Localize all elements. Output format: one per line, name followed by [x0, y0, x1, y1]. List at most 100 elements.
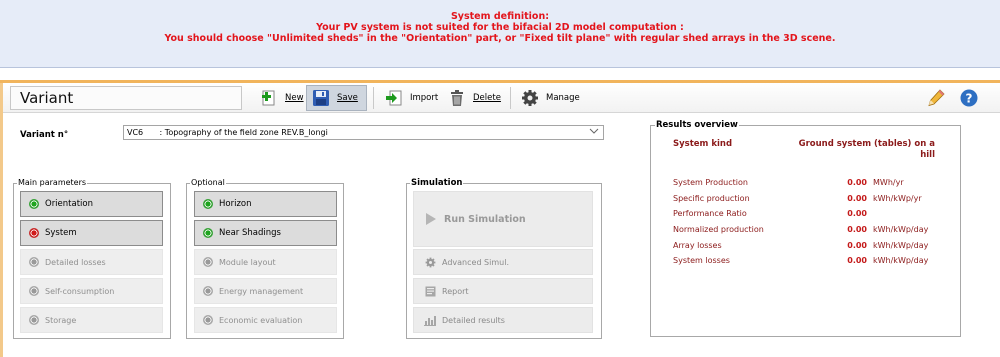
result-label: Array losses: [673, 241, 722, 250]
gear-icon: [520, 88, 540, 108]
alert-message: Your PV system is not suited for the bif…: [316, 22, 684, 33]
result-unit: kWh/kWp/day: [873, 241, 929, 250]
variant-name: : Topography of the field zone REV.B_lon…: [159, 128, 328, 137]
new-button[interactable]: New: [255, 85, 308, 111]
simulation-title: Simulation: [410, 178, 464, 188]
gear-icon: [424, 256, 436, 268]
status-inactive-icon: [203, 315, 213, 325]
simulation-group: Simulation Run Simulation Advanced Simul…: [406, 178, 602, 339]
result-label: Normalized production: [673, 225, 764, 234]
result-label: System losses: [673, 256, 730, 265]
result-row: Performance Ratio 0.00: [673, 209, 943, 220]
save-button[interactable]: Save: [306, 85, 367, 111]
manage-label: Manage: [546, 93, 580, 103]
result-value: 0.00: [847, 209, 867, 218]
new-document-icon: [259, 88, 279, 108]
main-parameters-title: Main parameters: [17, 178, 88, 188]
result-unit: kWh/kWp/day: [873, 256, 929, 265]
toolbar-separator: [510, 87, 511, 109]
module-layout-label: Module layout: [219, 257, 276, 267]
page-title: Variant: [10, 86, 242, 110]
bar-chart-icon: [424, 314, 436, 326]
orientation-label: Orientation: [45, 199, 93, 209]
system-button[interactable]: System: [20, 220, 163, 246]
variant-code: VC6: [127, 128, 144, 137]
status-ok-icon: [29, 199, 39, 209]
energy-management-label: Energy management: [219, 286, 304, 296]
import-label: Import: [410, 93, 439, 103]
result-unit: MWh/yr: [873, 178, 904, 187]
horizon-label: Horizon: [219, 199, 252, 209]
status-inactive-icon: [29, 257, 39, 267]
orientation-button[interactable]: Orientation: [20, 191, 163, 217]
result-value: 0.00: [847, 194, 867, 203]
save-label: Save: [337, 93, 358, 103]
module-layout-button[interactable]: Module layout: [194, 249, 337, 275]
energy-management-button[interactable]: Energy management: [194, 278, 337, 304]
self-consumption-label: Self-consumption: [45, 286, 115, 296]
detailed-results-button[interactable]: Detailed results: [413, 307, 593, 333]
result-row: System Production 0.00 MWh/yr: [673, 178, 943, 189]
manage-button[interactable]: Manage: [516, 85, 584, 111]
trash-icon: [447, 88, 467, 108]
status-inactive-icon: [29, 315, 39, 325]
main-parameters-group: Main parameters Orientation System Detai…: [13, 178, 171, 339]
status-error-icon: [29, 228, 39, 238]
result-value: 0.00: [847, 225, 867, 234]
result-row: Specific production 0.00 kWh/kWp/yr: [673, 194, 943, 205]
import-icon: [384, 88, 404, 108]
import-button[interactable]: Import: [380, 85, 442, 111]
system-label: System: [45, 228, 77, 238]
storage-button[interactable]: Storage: [20, 307, 163, 333]
result-label: Performance Ratio: [673, 209, 747, 218]
result-value: 0.00: [847, 178, 867, 187]
alert-advice: You should choose "Unlimited sheds" in t…: [164, 33, 836, 44]
edit-button[interactable]: [922, 85, 956, 111]
run-simulation-label: Run Simulation: [444, 213, 526, 225]
near-shadings-label: Near Shadings: [219, 228, 281, 238]
detailed-losses-button[interactable]: Detailed losses: [20, 249, 163, 275]
status-inactive-icon: [203, 257, 213, 267]
variant-toolbar: Variant New Save Import Delete Manage ?: [3, 83, 1000, 113]
status-inactive-icon: [203, 286, 213, 296]
result-row: Array losses 0.00 kWh/kWp/day: [673, 241, 943, 252]
results-overview-title: Results overview: [655, 120, 739, 130]
status-inactive-icon: [29, 286, 39, 296]
detailed-results-label: Detailed results: [442, 315, 505, 325]
run-simulation-button[interactable]: Run Simulation: [413, 191, 593, 247]
result-value: 0.00: [847, 256, 867, 265]
advanced-simulation-label: Advanced Simul.: [442, 257, 509, 267]
self-consumption-button[interactable]: Self-consumption: [20, 278, 163, 304]
report-label: Report: [442, 286, 469, 296]
report-button[interactable]: Report: [413, 278, 593, 304]
optional-title: Optional: [190, 178, 226, 188]
system-kind-value: Ground system (tables) on a hill: [798, 139, 935, 160]
floppy-disk-icon: [311, 88, 331, 108]
result-label: System Production: [673, 178, 748, 187]
horizon-button[interactable]: Horizon: [194, 191, 337, 217]
alert-title: System definition:: [450, 11, 550, 22]
help-button[interactable]: ?: [955, 85, 989, 111]
report-icon: [424, 285, 436, 297]
storage-label: Storage: [45, 315, 77, 325]
advanced-simulation-button[interactable]: Advanced Simul.: [413, 249, 593, 275]
system-definition-alert: System definition: Your PV system is not…: [0, 0, 1000, 68]
status-ok-icon: [203, 199, 213, 209]
delete-label: Delete: [473, 93, 501, 103]
delete-button[interactable]: Delete: [443, 85, 505, 111]
result-unit: kWh/kWp/yr: [873, 194, 922, 203]
result-row: System losses 0.00 kWh/kWp/day: [673, 256, 943, 267]
svg-text:?: ?: [966, 92, 973, 106]
variant-select[interactable]: VC6 : Topography of the field zone REV.B…: [123, 125, 604, 140]
new-label: New: [285, 93, 304, 103]
help-icon: ?: [959, 88, 979, 108]
detailed-losses-label: Detailed losses: [45, 257, 106, 267]
near-shadings-button[interactable]: Near Shadings: [194, 220, 337, 246]
pencil-icon: [926, 88, 946, 108]
variant-number-label: Variant n°: [20, 130, 69, 140]
economic-evaluation-button[interactable]: Economic evaluation: [194, 307, 337, 333]
toolbar-separator: [373, 87, 374, 109]
status-ok-icon: [203, 228, 213, 238]
system-kind-label: System kind: [673, 139, 733, 149]
left-edge-bar: [0, 83, 3, 357]
